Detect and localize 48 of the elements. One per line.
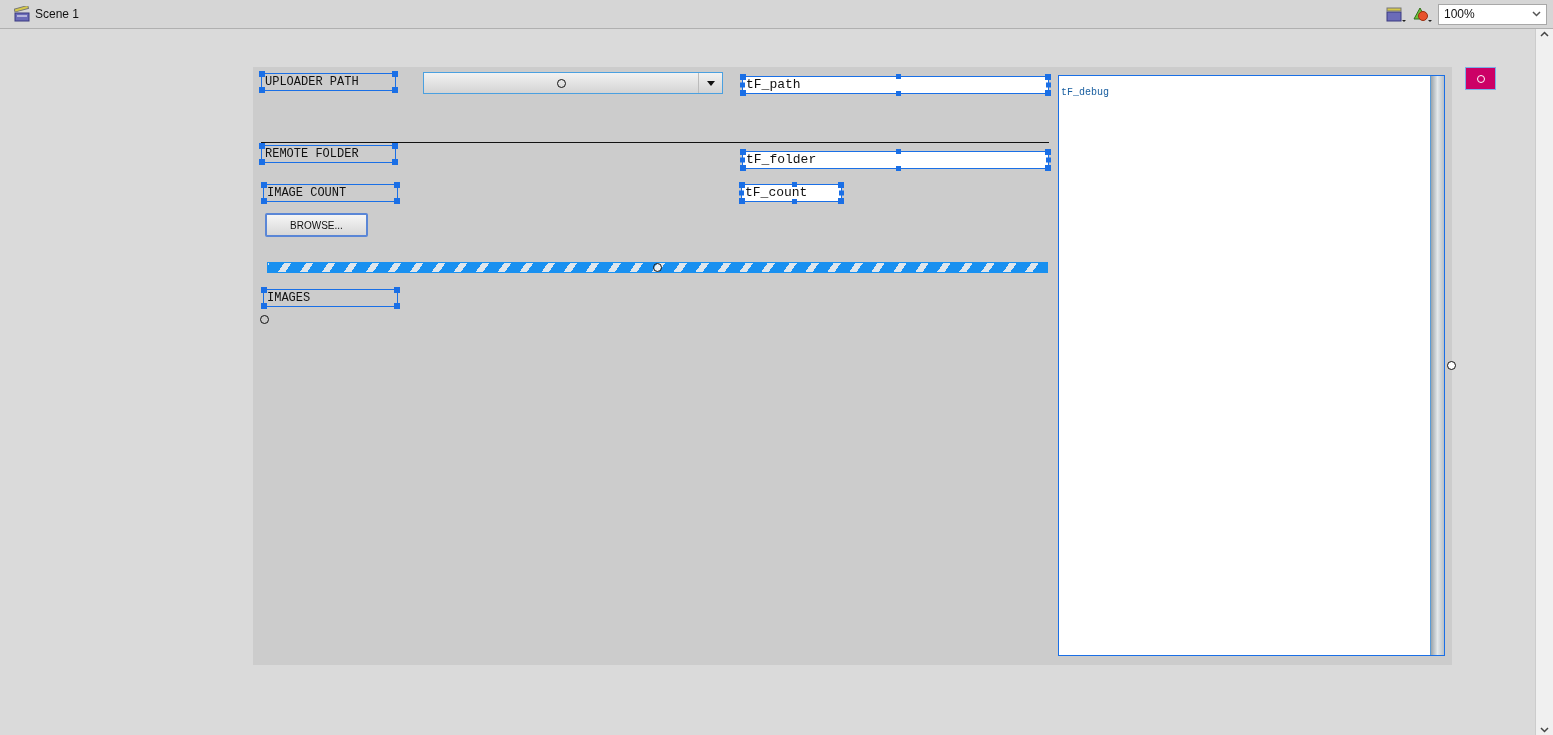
combo-box[interactable] (423, 72, 723, 94)
selection-handle[interactable] (259, 159, 265, 165)
selection-handle[interactable] (895, 91, 901, 96)
selection-handle[interactable] (261, 198, 267, 204)
symbol-button[interactable] (1465, 67, 1496, 90)
selection-handle[interactable] (259, 71, 265, 77)
selection-handle[interactable] (895, 149, 901, 154)
input-field[interactable]: tF_path (742, 76, 1049, 94)
selection-handle[interactable] (392, 159, 398, 165)
shapes-icon (1412, 5, 1432, 23)
input-field[interactable]: tF_count (741, 184, 842, 202)
vertical-scrollbar[interactable] (1430, 76, 1444, 655)
selection-handle[interactable] (259, 143, 265, 149)
clapperboard-icon (1386, 5, 1406, 23)
edit-scene-button[interactable] (1386, 5, 1406, 23)
registration-point-icon (653, 263, 662, 272)
selection-handle[interactable] (394, 303, 400, 309)
edit-symbols-button[interactable] (1412, 5, 1432, 23)
selection-handle[interactable] (392, 71, 398, 77)
selection-handle[interactable] (394, 287, 400, 293)
clapperboard-icon (14, 6, 30, 22)
selection-handle[interactable] (261, 287, 267, 293)
vertical-scrollbar[interactable] (1535, 29, 1553, 735)
selection-handle[interactable] (392, 87, 398, 93)
selection-handle[interactable] (895, 74, 901, 79)
scene-label[interactable]: Scene 1 (35, 5, 80, 23)
selection-handle[interactable] (791, 182, 797, 187)
selection-handle[interactable] (392, 143, 398, 149)
text-label[interactable]: REMOTE FOLDER (261, 145, 396, 163)
selection-handle[interactable] (895, 166, 901, 171)
selection-handle[interactable] (259, 87, 265, 93)
text-label[interactable]: IMAGES (263, 289, 398, 307)
selection-handle[interactable] (394, 182, 400, 188)
debug-field-name: tF_debug (1061, 87, 1109, 98)
browse-button[interactable]: BROWSE... (265, 213, 368, 237)
selection-handle[interactable] (261, 182, 267, 188)
text-label[interactable]: UPLOADER PATH (261, 73, 396, 91)
selection-handle[interactable] (261, 303, 267, 309)
selection-handle[interactable] (791, 199, 797, 204)
registration-point-icon (1447, 361, 1456, 370)
dropdown-arrow-icon (706, 80, 715, 86)
input-field[interactable]: tF_folder (742, 151, 1049, 169)
chevron-down-icon[interactable] (1540, 727, 1549, 733)
chevron-down-icon (1532, 11, 1541, 17)
chevron-up-icon[interactable] (1540, 31, 1549, 37)
text-label[interactable]: IMAGE COUNT (263, 184, 398, 202)
selection-handle[interactable] (394, 198, 400, 204)
zoom-dropdown[interactable]: 100% (1438, 3, 1547, 25)
